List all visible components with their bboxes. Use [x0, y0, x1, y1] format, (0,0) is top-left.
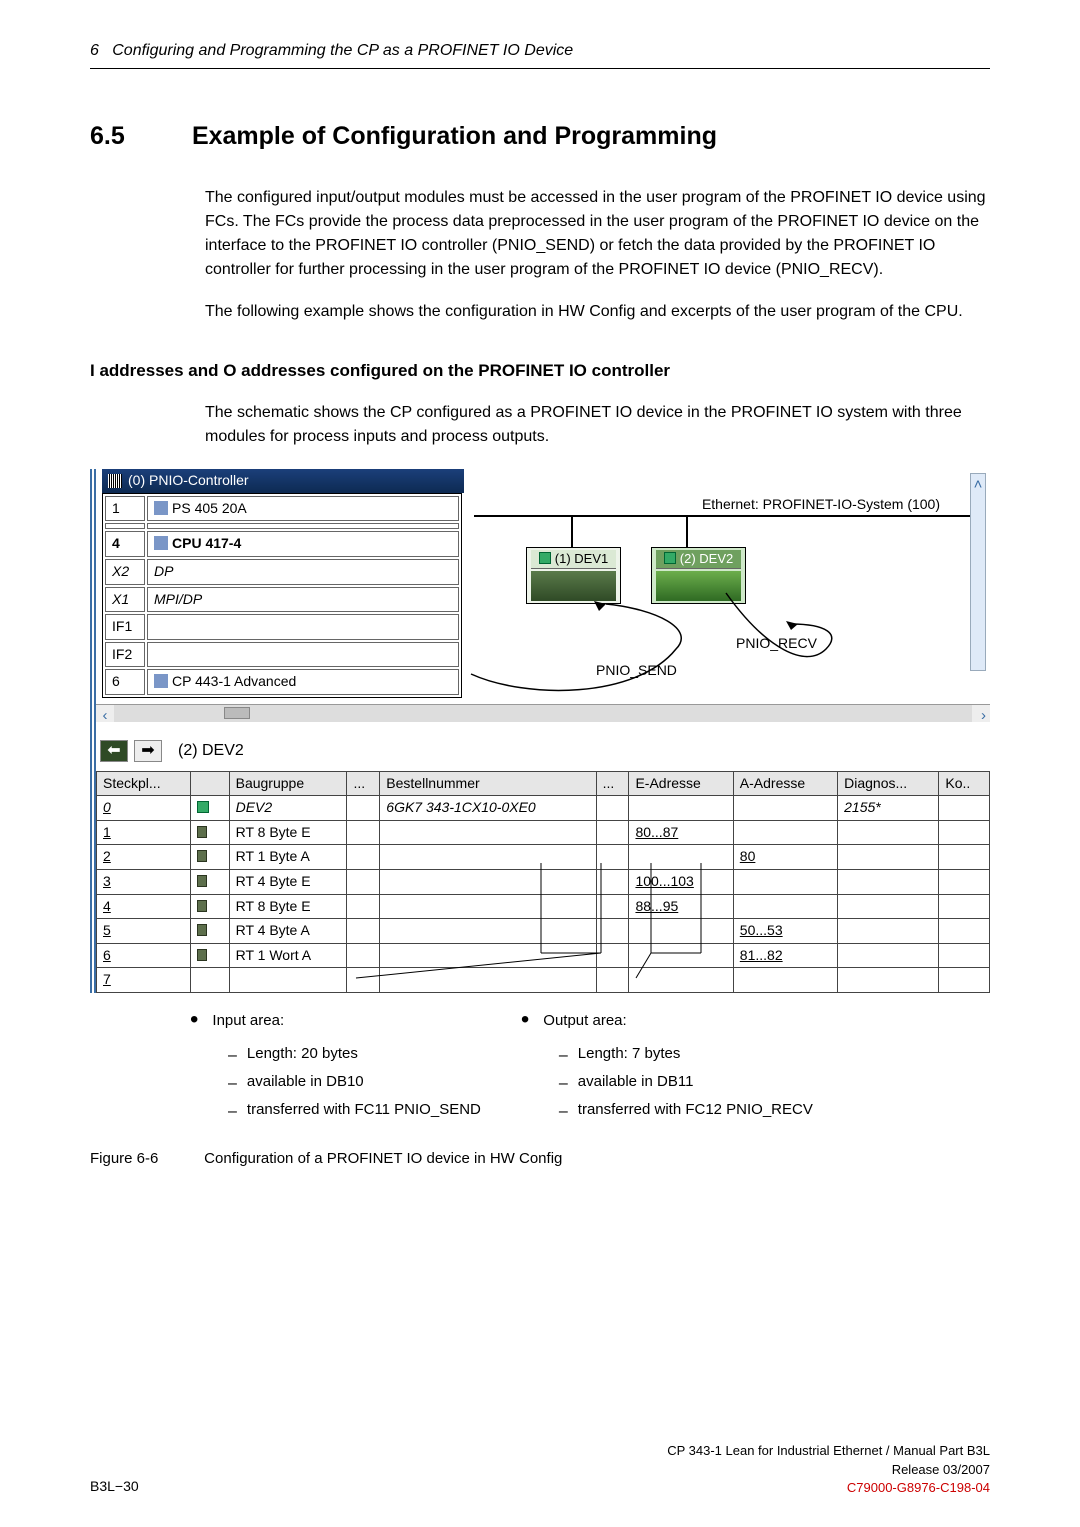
- nav-fwd-button[interactable]: ➡: [134, 740, 162, 762]
- rack-title-text: (0) PNIO-Controller: [128, 471, 249, 491]
- rack-table: 1PS 405 20A4CPU 417-4X2DPX1MPI/DPIF1IF26…: [102, 493, 462, 698]
- footer-line2: Release 03/2007: [667, 1461, 990, 1479]
- footer-page: B3L−30: [90, 1477, 139, 1497]
- list-item: Length: 7 bytes: [559, 1043, 813, 1067]
- slot-icon: [154, 536, 168, 550]
- module-icon: [197, 949, 207, 961]
- pnio-recv-label: PNIO_RECV: [736, 634, 817, 654]
- list-item: transferred with FC12 PNIO_RECV: [559, 1099, 813, 1123]
- paragraph-3: The schematic shows the CP configured as…: [205, 401, 990, 449]
- paragraph-1: The configured input/output modules must…: [205, 186, 990, 282]
- nav-arrows: ⬅ ➡ (2) DEV2: [100, 740, 990, 762]
- heading-num: 6.5: [90, 119, 185, 154]
- page-header: 6 Configuring and Programming the CP as …: [90, 40, 990, 69]
- device-dev2[interactable]: (2) DEV2: [651, 547, 746, 604]
- module-icon: [197, 875, 207, 887]
- scroll-left-icon[interactable]: ‹: [96, 705, 114, 722]
- hw-config-screenshot: (0) PNIO-Controller 1PS 405 20A4CPU 417-…: [90, 469, 990, 993]
- footer-line3: C79000-G8976-C198-04: [667, 1479, 990, 1497]
- area-notes: Input area: Length: 20 bytes available in…: [190, 1003, 990, 1128]
- scroll-right-icon[interactable]: ›: [972, 705, 990, 722]
- list-item: available in DB10: [228, 1071, 481, 1095]
- module-table: Steckpl...Baugruppe...Bestellnummer...E-…: [96, 771, 990, 993]
- figure-caption: Figure 6-6 Configuration of a PROFINET I…: [90, 1148, 990, 1169]
- figure-text: Configuration of a PROFINET IO device in…: [204, 1150, 562, 1167]
- device-dev1[interactable]: (1) DEV1: [526, 547, 621, 604]
- module-icon: [197, 924, 207, 936]
- list-item: available in DB11: [559, 1071, 813, 1095]
- page-header-text: Configuring and Programming the CP as a …: [112, 42, 573, 59]
- rack-titlebar: (0) PNIO-Controller: [102, 469, 464, 493]
- list-item: transferred with FC11 PNIO_SEND: [228, 1099, 481, 1123]
- scroll-thumb[interactable]: [224, 707, 250, 719]
- input-title: Input area:: [212, 1012, 284, 1029]
- module-icon: [197, 900, 207, 912]
- subheading: I addresses and O addresses configured o…: [90, 359, 990, 383]
- heading-title: Example of Configuration and Programming: [192, 122, 717, 150]
- paragraph-2: The following example shows the configur…: [205, 300, 990, 324]
- nav-back-button[interactable]: ⬅: [100, 740, 128, 762]
- scroll-up-icon[interactable]: ˄: [971, 474, 985, 488]
- pnio-send-label: PNIO_SEND: [596, 661, 677, 681]
- footer-line1: CP 343-1 Lean for Industrial Ethernet / …: [667, 1442, 990, 1460]
- device-icon: [197, 801, 209, 813]
- slot-icon: [154, 674, 168, 688]
- slot-icon: [154, 501, 168, 515]
- page-header-num: 6: [90, 42, 99, 59]
- output-title: Output area:: [543, 1012, 626, 1029]
- section-heading: 6.5 Example of Configuration and Program…: [90, 119, 990, 154]
- nav-label: (2) DEV2: [178, 740, 244, 762]
- net-bar: [474, 515, 980, 517]
- barcode-icon: [108, 474, 122, 488]
- device-icon: [664, 552, 676, 564]
- net-label: Ethernet: PROFINET-IO-System (100): [702, 495, 940, 515]
- page-footer: B3L−30 CP 343-1 Lean for Industrial Ethe…: [90, 1442, 990, 1497]
- module-icon: [197, 850, 207, 862]
- list-item: Length: 20 bytes: [228, 1043, 481, 1067]
- device-icon: [539, 552, 551, 564]
- figure-num: Figure 6-6: [90, 1148, 200, 1169]
- hscroll[interactable]: ‹ ›: [96, 704, 990, 722]
- module-icon: [197, 826, 207, 838]
